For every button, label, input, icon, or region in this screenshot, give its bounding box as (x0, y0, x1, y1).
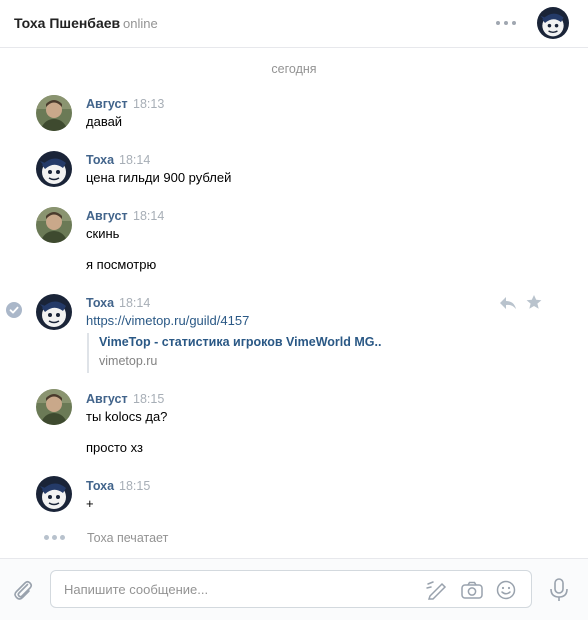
check-icon (6, 302, 22, 318)
attachment-title[interactable]: VimeTop - статистика игроков VimeWorld M… (99, 335, 381, 349)
message-author[interactable]: Тоха (86, 479, 114, 493)
reply-icon[interactable] (499, 295, 517, 311)
avatar[interactable] (36, 95, 72, 131)
message-text: я посмотрю (86, 257, 157, 272)
message-input-placeholder: Напишите сообщение... (64, 582, 209, 597)
message-author[interactable]: Август (86, 97, 128, 111)
avatar[interactable] (36, 151, 72, 187)
attachment-domain: vimetop.ru (99, 354, 158, 368)
avatar[interactable] (36, 476, 72, 512)
message-text: скинь (86, 226, 120, 241)
date-separator: сегодня (271, 62, 317, 76)
message-time[interactable]: 18:15 (133, 392, 164, 406)
chat-header: Тоха Пшенбаев online (0, 0, 588, 48)
message-text: давай (86, 114, 123, 129)
message-time[interactable]: 18:15 (119, 479, 150, 493)
message-input[interactable]: Напишите сообщение... (50, 570, 532, 608)
typing-dots-icon (44, 535, 66, 541)
online-status: online (123, 16, 158, 31)
typing-indicator: Тоха печатает (0, 530, 588, 548)
typing-text: Тоха печатает (87, 531, 169, 545)
message-author[interactable]: Тоха (86, 153, 114, 167)
message-author[interactable]: Август (86, 392, 128, 406)
message-author[interactable]: Август (86, 209, 128, 223)
avatar[interactable] (36, 294, 72, 330)
paperclip-icon[interactable] (11, 578, 35, 602)
avatar[interactable] (36, 207, 72, 243)
message-time[interactable]: 18:14 (119, 153, 150, 167)
star-icon[interactable] (525, 294, 543, 310)
header-avatar[interactable] (537, 7, 569, 39)
message-text: + (86, 496, 94, 511)
graffiti-icon[interactable] (425, 580, 451, 600)
message-text: просто хз (86, 440, 143, 455)
avatar[interactable] (36, 389, 72, 425)
message-text: цена гильди 900 рублей (86, 170, 232, 185)
message-text: ты kolocs да? (86, 409, 168, 424)
message-link[interactable]: https://vimetop.ru/guild/4157 (86, 313, 249, 328)
chat-title[interactable]: Тоха Пшенбаев (14, 15, 120, 31)
message-time[interactable]: 18:14 (133, 209, 164, 223)
message-composer: Напишите сообщение... (0, 558, 588, 620)
message-author[interactable]: Тоха (86, 296, 114, 310)
message-time[interactable]: 18:13 (133, 97, 164, 111)
message-time[interactable]: 18:14 (119, 296, 150, 310)
smile-icon[interactable] (493, 580, 519, 600)
link-attachment[interactable]: VimeTop - статистика игроков VimeWorld M… (87, 333, 387, 373)
camera-icon[interactable] (459, 580, 485, 600)
microphone-icon[interactable] (548, 577, 570, 603)
more-dots-icon[interactable] (494, 14, 518, 32)
